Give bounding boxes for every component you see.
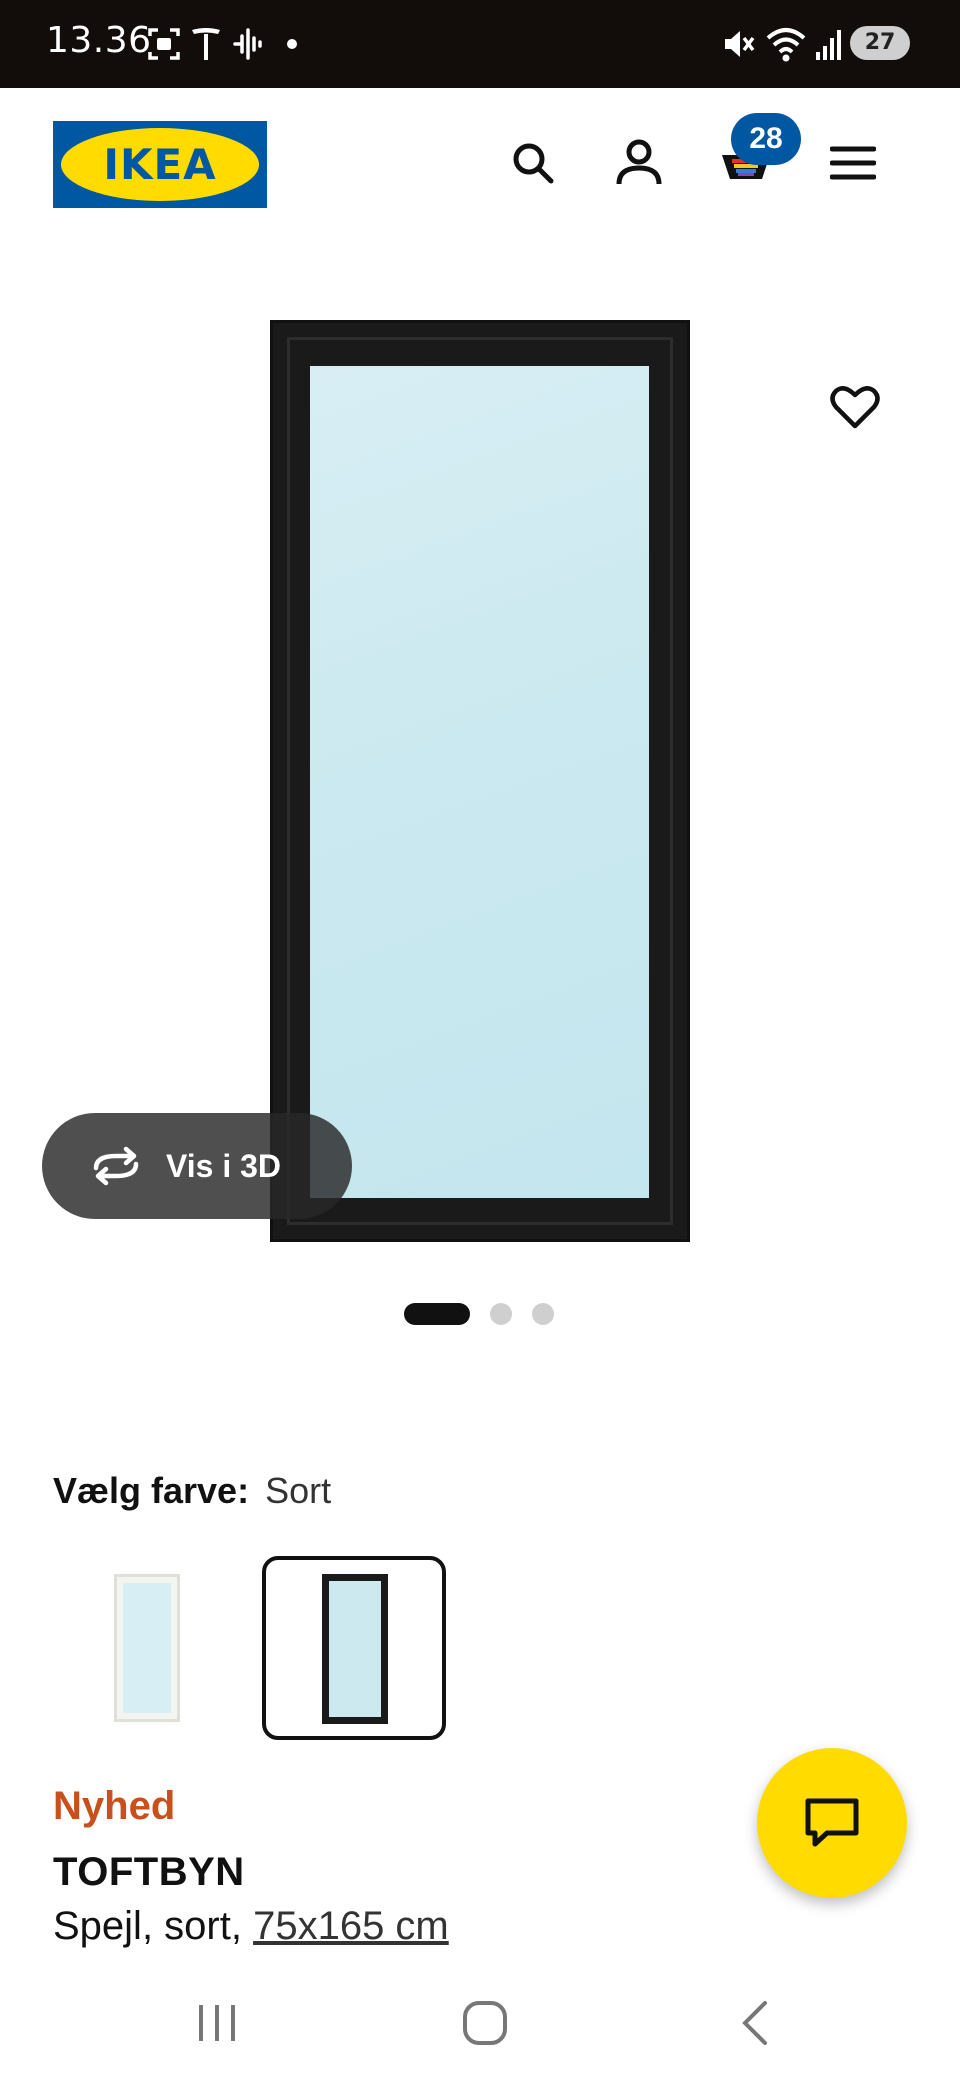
color-option-black[interactable] [262, 1556, 446, 1740]
home-icon [463, 2001, 507, 2045]
view-in-3d-label: Vis i 3D [166, 1147, 282, 1184]
system-nav-bar [0, 1968, 960, 2080]
signal-icon [816, 30, 841, 60]
black-mirror-thumbnail [322, 1574, 388, 1724]
battery-indicator: 27 [850, 26, 910, 60]
chat-button[interactable] [757, 1748, 907, 1898]
product-image[interactable] [270, 320, 690, 1242]
account-icon [616, 139, 662, 185]
back-button[interactable] [715, 1988, 795, 2058]
back-icon [742, 2001, 767, 2045]
ikea-logo[interactable]: IKEA [53, 121, 267, 208]
search-icon [513, 143, 554, 184]
wifi-icon [766, 28, 806, 62]
account-button[interactable] [604, 128, 674, 198]
audio-wave-icon [233, 28, 262, 60]
mute-icon [725, 31, 755, 57]
pagination-dot[interactable] [490, 1303, 512, 1325]
dot-icon [287, 39, 297, 49]
favorite-button[interactable] [820, 372, 890, 442]
pagination-dot-active[interactable] [404, 1303, 470, 1325]
new-badge: Nyhed [53, 1784, 176, 1828]
color-option-white[interactable] [53, 1556, 237, 1740]
product-description: Spejl, sort, 75x165 cm [53, 1904, 449, 1949]
product-description-text: Spejl, sort, [53, 1904, 254, 1948]
color-label-value: Sort [265, 1470, 332, 1511]
color-label-key: Vælg farve: [53, 1470, 250, 1511]
heart-icon [830, 386, 880, 429]
rotate-3d-icon [93, 1146, 139, 1186]
search-button[interactable] [498, 128, 568, 198]
product-name: TOFTBYN [53, 1850, 245, 1894]
status-bar: 13.36 27 [0, 0, 960, 88]
menu-icon [830, 146, 876, 180]
view-in-3d-button[interactable]: Vis i 3D [42, 1113, 352, 1219]
mirror-glass [310, 366, 649, 1198]
logo-text: IKEA [103, 140, 217, 189]
app-header: IKEA 28 [0, 88, 960, 238]
tesla-icon [192, 28, 220, 60]
pagination-dot[interactable] [532, 1303, 554, 1325]
chat-icon [805, 1798, 859, 1847]
recent-apps-button[interactable] [177, 1988, 257, 2058]
status-time: 13.36 [46, 20, 152, 61]
product-size-link[interactable]: 75x165 cm [253, 1904, 449, 1948]
menu-button[interactable] [818, 128, 888, 198]
screenshot-icon [148, 28, 180, 60]
color-selector-label: Vælg farve: Sort [53, 1470, 331, 1512]
home-button[interactable] [445, 1988, 525, 2058]
cart-count-badge: 28 [731, 113, 801, 165]
recent-apps-icon [199, 2005, 235, 2041]
white-mirror-thumbnail [114, 1574, 180, 1722]
